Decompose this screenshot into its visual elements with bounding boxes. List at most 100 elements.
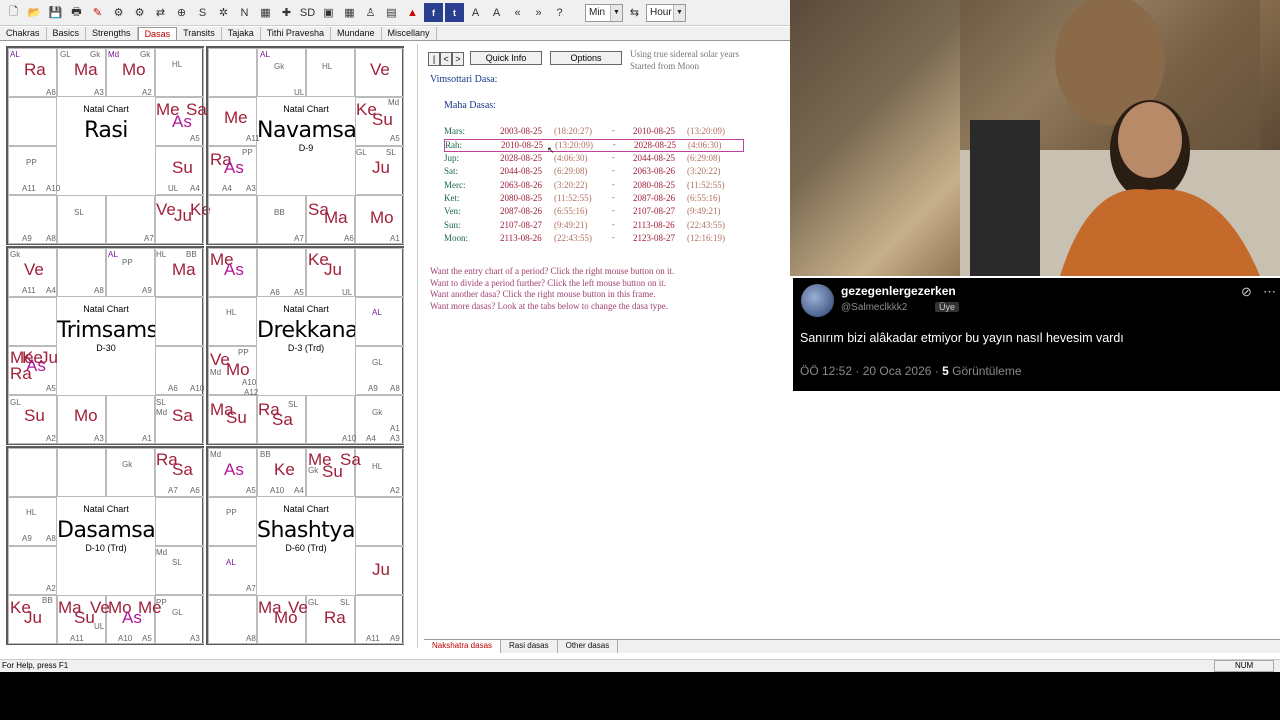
options-button[interactable]: Options — [550, 51, 622, 65]
fire-icon[interactable]: ▲ — [403, 3, 422, 22]
planet-label: Ma — [324, 208, 348, 227]
font-large-icon[interactable]: A — [466, 3, 485, 22]
prev-nav-button[interactable]: | — [428, 52, 440, 66]
house-cell[interactable] — [155, 497, 204, 546]
chart-trimsamsa[interactable]: Natal Chart TrimsamsaD-30 GkVe AL PP HL BBMa A1… — [6, 246, 204, 445]
sp-icon[interactable]: S — [193, 3, 212, 22]
chart-rasi[interactable]: Natal Chart Rasi AL Ra GL Ma Gk Md Gk Mo HL A6 A3 A2 M… — [6, 46, 211, 245]
tab-miscellany[interactable]: Miscellany — [382, 27, 437, 40]
grok-icon[interactable]: ⊘ — [1241, 284, 1252, 300]
more-icon[interactable]: ⋯ — [1263, 284, 1276, 300]
house-cell[interactable] — [155, 48, 204, 97]
house-cell[interactable] — [355, 248, 404, 297]
house-cell[interactable] — [57, 448, 106, 497]
calc-icon[interactable]: ⚙ — [109, 3, 128, 22]
bottom-tab-nakshatra[interactable]: Nakshatra dasas — [424, 640, 502, 653]
dasa-planet: Sat: — [444, 166, 459, 177]
chart-navamsa[interactable]: Natal Chart Navamsa D-9 AL Gk HL Ve UL Me A11 Ke Md… — [206, 46, 404, 245]
back-icon[interactable]: « — [508, 3, 527, 22]
planet-label: PP — [26, 158, 37, 167]
dasa-row[interactable]: Sat: 2044-08-25 (6:29:08) - 2063-08-26 (3:20:… — [444, 166, 744, 179]
house-cell[interactable] — [355, 297, 404, 346]
house-cell[interactable] — [106, 448, 155, 497]
print-icon[interactable]: 🖶 — [67, 3, 86, 22]
house-cell[interactable] — [155, 297, 204, 346]
forward-icon[interactable]: » — [529, 3, 548, 22]
tab-basics[interactable]: Basics — [47, 27, 87, 40]
dasa-row[interactable]: Jup: 2028-08-25 (4:06:30) - 2044-08-25 (6:29:… — [444, 153, 744, 166]
grid-icon[interactable]: ▦ — [256, 3, 275, 22]
planet-label: A1 — [390, 424, 400, 433]
hour-combo[interactable]: Hour ▼ — [646, 3, 686, 22]
swap-icon[interactable]: ⇄ — [151, 3, 170, 22]
n-icon[interactable]: N — [235, 3, 254, 22]
house-cell[interactable] — [306, 48, 355, 97]
dasa-row[interactable]: Rah: 2010-08-25 (13:20:09) - 2028-08-25 (4:06… — [444, 139, 744, 153]
dasa-dash: - — [612, 126, 615, 135]
edit-icon[interactable]: ✎ — [88, 3, 107, 22]
nav-right-button[interactable]: > — [452, 52, 464, 66]
tab-chakras[interactable]: Chakras — [0, 27, 47, 40]
sd-icon[interactable]: SD — [298, 3, 317, 22]
font-small-icon[interactable]: A — [487, 3, 506, 22]
tab-mundane[interactable]: Mundane — [331, 27, 382, 40]
dasa-row[interactable]: Merc: 2063-08-26 (3:20:22) - 2080-08-25 (11:5… — [444, 180, 744, 193]
dasa-dash: - — [612, 233, 615, 243]
chart-shashtyamsa[interactable]: Natal Chart ShashtyamsaD-60 (Trd) MdAs BBKe… — [206, 446, 404, 645]
bottom-tab-rasi[interactable]: Rasi dasas — [501, 640, 558, 653]
house-cell[interactable] — [208, 297, 257, 346]
planet-label: A10 — [242, 378, 257, 387]
chart-dasamsa[interactable]: Natal Chart Dasamsa D-10 (Trd) Gk Ra Sa A7 A6 HL… — [6, 446, 204, 645]
planet-label: HL — [26, 508, 37, 517]
house-cell[interactable] — [208, 48, 257, 97]
house-cell[interactable] — [208, 195, 257, 244]
save-icon[interactable]: 💾 — [46, 3, 65, 22]
box-icon[interactable]: ▣ — [319, 3, 338, 22]
sun-icon[interactable]: ✲ — [214, 3, 233, 22]
new-icon[interactable]: 🗋 — [4, 3, 23, 22]
settings-icon[interactable]: ⚙ — [130, 3, 149, 22]
twitter-icon[interactable]: t — [445, 3, 464, 22]
book-icon[interactable]: ▤ — [382, 3, 401, 22]
house-cell[interactable] — [355, 497, 404, 546]
cross-icon[interactable]: ✚ — [277, 3, 296, 22]
dasa-row[interactable]: Ven: 2087-08-26 (6:55:16) - 2107-08-27 (9:49:… — [444, 206, 744, 219]
bottom-tabs: Nakshatra dasas Rasi dasas Other dasas — [424, 639, 1280, 653]
bottom-tab-other[interactable]: Other dasas — [558, 640, 619, 653]
family-icon[interactable]: ♙ — [361, 3, 380, 22]
planet-label: AL — [372, 308, 382, 317]
dasa-panel[interactable]: | < > Quick Info Options Using true side… — [424, 44, 790, 636]
planet-label: A3 — [94, 434, 104, 443]
hour-icon[interactable]: ⇆ — [625, 3, 644, 22]
quick-info-button[interactable]: Quick Info — [470, 51, 542, 65]
tab-dasas[interactable]: Dasas — [137, 27, 178, 40]
tab-transits[interactable]: Transits — [177, 27, 222, 40]
nav-left-button[interactable]: < — [440, 52, 452, 66]
house-cell[interactable] — [8, 297, 57, 346]
house-cell[interactable] — [8, 97, 57, 146]
tab-tithi-pravesha[interactable]: Tithi Pravesha — [261, 27, 331, 40]
min-combo-value: Min — [589, 7, 606, 18]
chart-drekkana[interactable]: Natal Chart Drekkana D-3 (Trd) Me As Ke Ju A6 A5… — [206, 246, 404, 445]
dasa-row[interactable]: Ket: 2080-08-25 (11:52:55) - 2087-08-26 (6:55… — [444, 193, 744, 206]
globe-icon[interactable]: ⊕ — [172, 3, 191, 22]
planet-label: As — [26, 356, 46, 375]
house-cell[interactable] — [8, 448, 57, 497]
open-icon[interactable]: 📂 — [25, 3, 44, 22]
facebook-icon[interactable]: f — [424, 3, 443, 22]
tab-tajaka[interactable]: Tajaka — [222, 27, 261, 40]
tweet-views-label: Görüntüleme — [952, 364, 1022, 378]
house-cell[interactable] — [208, 497, 257, 546]
dasa-end-time: (4:06:30) — [688, 140, 722, 151]
min-combo[interactable]: Min ▼ — [585, 3, 623, 22]
house-cell[interactable] — [57, 195, 106, 244]
table-icon[interactable]: ▦ — [340, 3, 359, 22]
dasa-row[interactable]: Sun: 2107-08-27 (9:49:21) - 2113-08-26 (22:43… — [444, 220, 744, 233]
tab-strengths[interactable]: Strengths — [86, 27, 138, 40]
help-icon[interactable]: ? — [550, 3, 569, 22]
dasa-row[interactable]: Mars: 2003-08-25 (18:20:27) - 2010-08-25 (13:… — [444, 126, 744, 139]
tweet-author: gezegenlergezerken — [841, 284, 956, 298]
planet-label: A5 — [246, 486, 256, 495]
dasa-row[interactable]: Moon: 2113-08-26 (22:43:55) - 2123-08-27 (12:… — [444, 233, 744, 246]
chart-title: Natal Chart — [283, 104, 329, 114]
